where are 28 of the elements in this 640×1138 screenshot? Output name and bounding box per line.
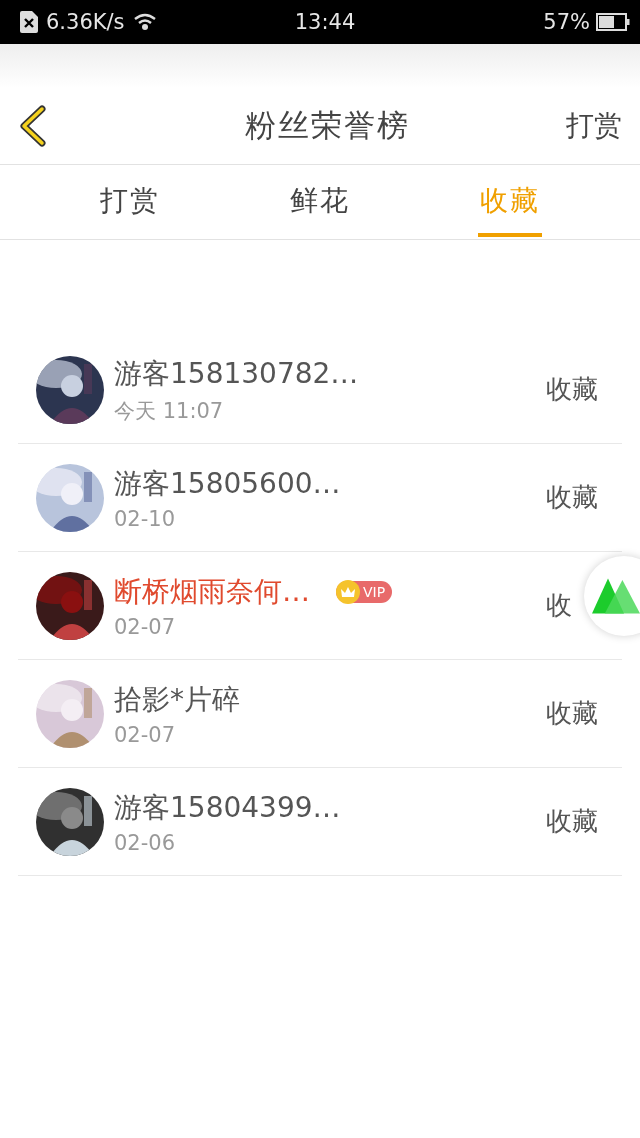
reward-link[interactable]: 打赏 — [566, 107, 622, 145]
crown-icon — [340, 585, 356, 598]
user-name: 断桥烟雨奈何… — [114, 573, 310, 610]
user-name: 游客15804399… — [114, 789, 341, 826]
collect-time: 02-06 — [114, 830, 177, 855]
battery-percent: 57% — [543, 10, 590, 34]
clock: 13:44 — [294, 10, 356, 34]
collect-label: 收 — [546, 590, 573, 622]
collect-label: 收藏 — [546, 806, 599, 838]
user-name: 拾影*片碎 — [114, 681, 240, 718]
collect-label: 收藏 — [546, 482, 599, 514]
vip-badge: VIP — [336, 580, 393, 603]
network-speed: 6.36K/s — [46, 10, 125, 34]
collect-time: 02-07 — [114, 614, 177, 639]
collect-time: 今天 11:07 — [114, 397, 225, 425]
page-title: 粉丝荣誉榜 — [243, 107, 411, 145]
collect-label: 收藏 — [546, 374, 599, 406]
tab[interactable]: 鲜花 — [288, 165, 352, 237]
back-icon[interactable] — [18, 105, 48, 147]
collect-time: 02-10 — [114, 506, 177, 531]
tab[interactable]: 打赏 — [98, 165, 162, 237]
collect-label: 收藏 — [546, 698, 599, 730]
user-name: 游客15805600… — [114, 465, 341, 502]
user-name: 游客158130782… — [114, 355, 359, 392]
collect-time: 02-07 — [114, 722, 177, 747]
sim-card-icon — [20, 11, 38, 33]
battery-icon — [596, 13, 630, 31]
wifi-icon — [132, 13, 157, 31]
